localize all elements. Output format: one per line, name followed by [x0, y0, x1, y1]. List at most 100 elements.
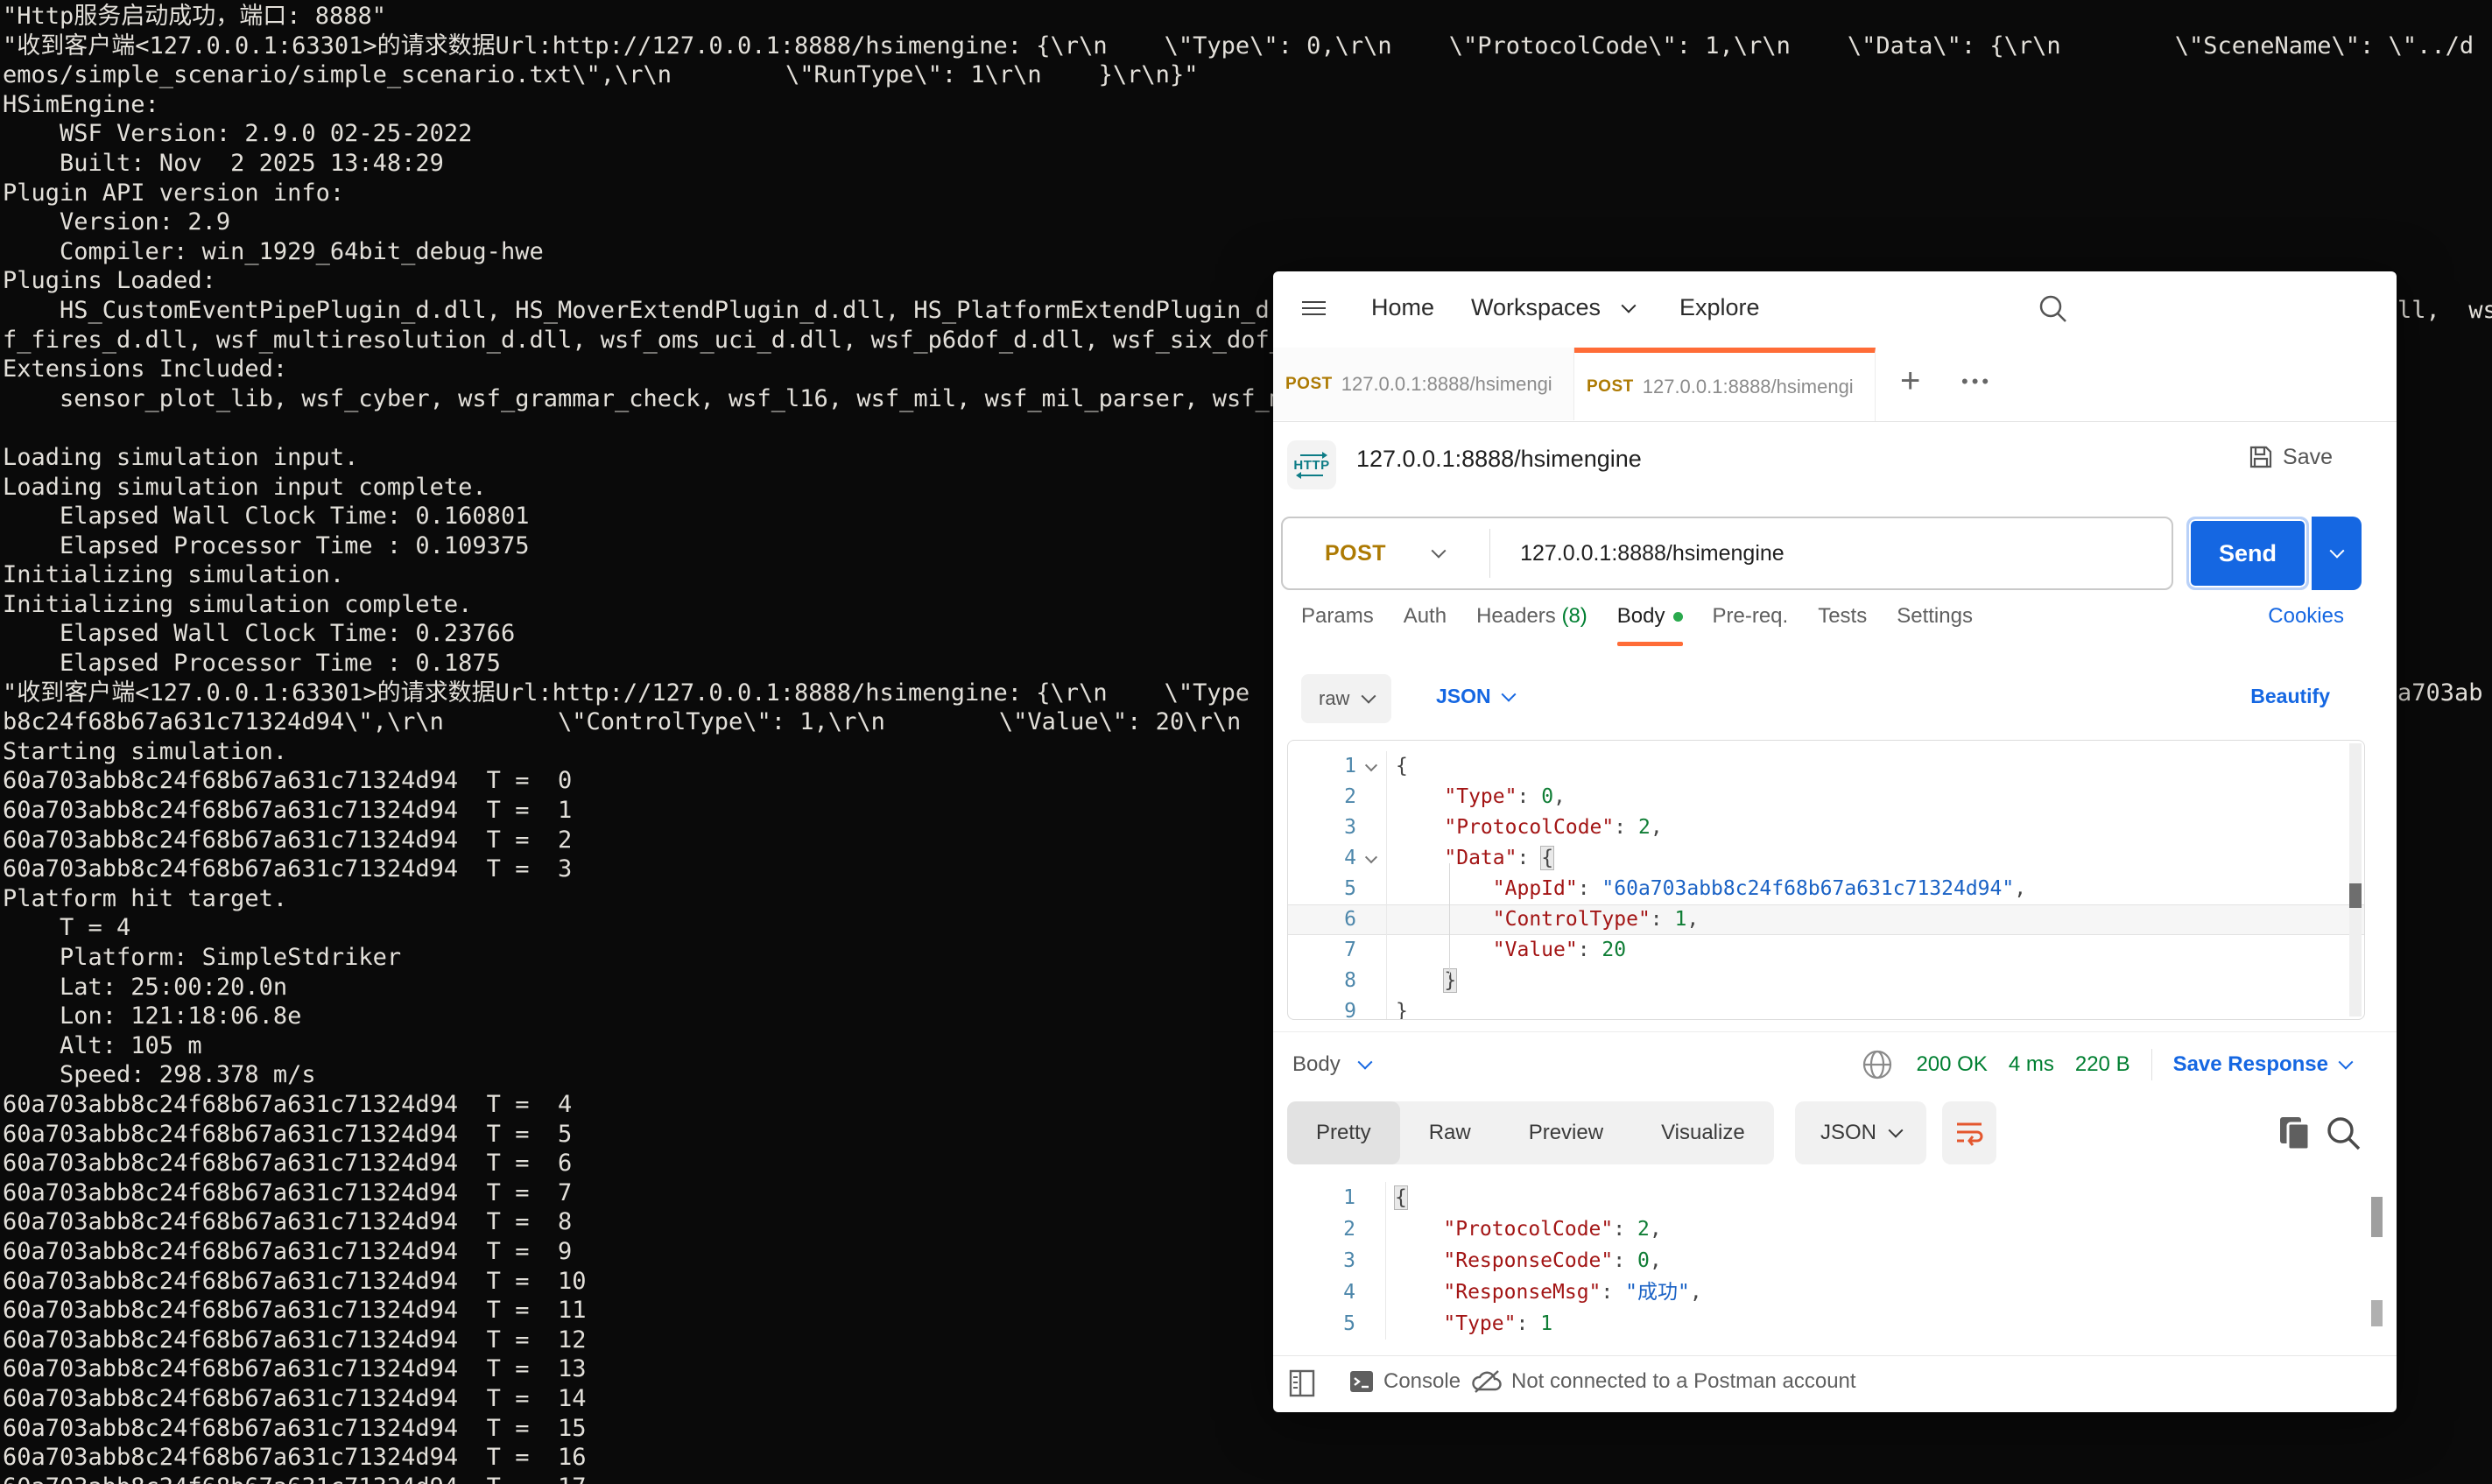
- tab-auth[interactable]: Auth: [1404, 604, 1447, 641]
- tab-method-badge: POST: [1285, 374, 1333, 393]
- code-text: }: [1386, 966, 1457, 996]
- request-title-row: HTTP 127.0.0.1:8888/hsimengine Save: [1273, 421, 2397, 501]
- request-tab-bar: POST 127.0.0.1:8888/hsimengi POST 127.0.…: [1273, 348, 2397, 422]
- code-line: 3 "ProtocolCode": 2,: [1288, 812, 2364, 843]
- save-button[interactable]: Save: [2248, 444, 2333, 470]
- headers-count: (8): [1561, 604, 1587, 628]
- account-status[interactable]: Not connected to a Postman account: [1471, 1368, 1856, 1395]
- response-view-switch: Pretty Raw Preview Visualize: [1287, 1101, 1774, 1164]
- terminal-overflow-plugins: ll, ws: [2397, 297, 2492, 324]
- response-search-icon[interactable]: [2324, 1114, 2364, 1154]
- tab-title: 127.0.0.1:8888/hsimengi: [1642, 376, 1854, 397]
- response-language-select[interactable]: JSON: [1795, 1101, 1926, 1164]
- globe-icon: [1863, 1050, 1892, 1080]
- response-scrollbar-thumb[interactable]: [2371, 1197, 2383, 1237]
- tab-title: 127.0.0.1:8888/hsimengi: [1341, 372, 1552, 395]
- format-chevron-down-icon: [1361, 688, 1376, 704]
- line-number: 7: [1344, 939, 1356, 961]
- postman-top-nav: Home Workspaces Explore: [1273, 271, 2397, 348]
- response-scrollbar-thumb-2[interactable]: [2371, 1300, 2383, 1326]
- view-raw[interactable]: Raw: [1400, 1101, 1500, 1164]
- line-number: 9: [1344, 1000, 1356, 1020]
- request-name: 127.0.0.1:8888/hsimengine: [1356, 446, 1642, 472]
- wrap-text-button[interactable]: [1942, 1101, 1996, 1164]
- line-number: 3: [1344, 816, 1356, 839]
- response-meta-row: Body 200 OK 4 ms 220 B Save Response: [1273, 1042, 2397, 1094]
- new-tab-plus-icon[interactable]: +: [1900, 362, 1920, 401]
- code-line: 9}: [1288, 996, 2364, 1020]
- tab-pre-request[interactable]: Pre-req.: [1713, 604, 1789, 641]
- send-chevron-down-icon: [2329, 543, 2344, 559]
- cookies-link[interactable]: Cookies: [2268, 604, 2344, 629]
- tab-method-badge: POST: [1587, 377, 1634, 396]
- editor-scrollbar-thumb[interactable]: [2349, 883, 2362, 908]
- fold-chevron-icon: [1355, 1277, 1385, 1308]
- code-text: "ProtocolCode": 2,: [1385, 1213, 1662, 1245]
- indent-guide: [1449, 863, 1450, 975]
- code-text: "Type": 0,: [1386, 782, 1566, 812]
- fold-chevron-icon: [1355, 1182, 1385, 1213]
- fold-chevron-icon: [1356, 966, 1386, 996]
- code-text: }: [1386, 996, 1408, 1019]
- code-text: "Value": 20: [1386, 935, 1626, 966]
- response-body-viewer[interactable]: 1{2 "ProtocolCode": 2, 3 "ResponseCode": …: [1273, 1173, 2376, 1345]
- search-icon[interactable]: [2037, 292, 2070, 326]
- http-request-icon: HTTP: [1287, 440, 1336, 489]
- sidebar-toggle-button[interactable]: [1289, 1368, 1315, 1398]
- meta-divider: [2151, 1049, 2152, 1080]
- request-tab-2-active[interactable]: POST 127.0.0.1:8888/hsimengi: [1574, 348, 1876, 421]
- view-pretty[interactable]: Pretty: [1287, 1101, 1400, 1164]
- response-language-chevron-down-icon: [1888, 1122, 1904, 1138]
- tab-params[interactable]: Params: [1301, 604, 1374, 641]
- code-text: "ControlType": 1,: [1386, 904, 1699, 935]
- send-options-button[interactable]: [2312, 517, 2362, 590]
- console-icon: [1350, 1371, 1373, 1392]
- fold-chevron-icon: [1355, 1308, 1385, 1340]
- copy-button[interactable]: [2277, 1114, 2313, 1154]
- code-text: "ProtocolCode": 2,: [1386, 812, 1663, 843]
- beautify-link[interactable]: Beautify: [2250, 685, 2330, 708]
- nav-workspaces[interactable]: Workspaces: [1471, 294, 1601, 321]
- response-body-select[interactable]: Body: [1292, 1052, 1373, 1077]
- menu-hamburger-icon[interactable]: [1302, 301, 1326, 315]
- body-language-select[interactable]: JSON: [1436, 685, 1517, 708]
- status-bar: Console Not connected to a Postman accou…: [1273, 1355, 2397, 1413]
- line-number: 4: [1343, 1281, 1355, 1304]
- body-format-select[interactable]: raw: [1301, 674, 1392, 723]
- method-chevron-down-icon: [1431, 543, 1447, 559]
- fold-chevron-icon: [1356, 782, 1386, 812]
- tab-options-ellipsis-icon[interactable]: •••: [1961, 370, 1992, 393]
- method-select[interactable]: POST: [1325, 541, 1386, 566]
- tab-body[interactable]: Body: [1616, 604, 1683, 646]
- line-number: 6: [1344, 908, 1356, 931]
- language-chevron-down-icon: [1501, 686, 1517, 702]
- request-body-editor[interactable]: 1{2 "Type": 0, 3 "ProtocolCode": 2, 4 "Dat…: [1287, 740, 2365, 1020]
- tab-headers[interactable]: Headers (8): [1476, 604, 1587, 641]
- editor-scrollbar-track[interactable]: [2349, 743, 2362, 1016]
- fold-chevron-icon: [1356, 751, 1386, 782]
- nav-explore[interactable]: Explore: [1679, 294, 1760, 321]
- url-input[interactable]: 127.0.0.1:8888/hsimengine: [1520, 541, 1785, 566]
- view-preview[interactable]: Preview: [1500, 1101, 1632, 1164]
- copy-icon: [2280, 1117, 2311, 1151]
- fold-chevron-icon: [1356, 935, 1386, 966]
- fold-chevron-icon: [1355, 1213, 1385, 1245]
- tab-settings[interactable]: Settings: [1897, 604, 1973, 641]
- body-modified-dot: [1672, 612, 1683, 622]
- fold-chevron-icon: [1356, 843, 1386, 874]
- save-response-chevron-down-icon: [2338, 1054, 2354, 1070]
- code-text: "ResponseMsg": "成功",: [1385, 1277, 1702, 1308]
- tab-tests[interactable]: Tests: [1818, 604, 1867, 641]
- url-separator: [1489, 529, 1491, 578]
- request-tab-1[interactable]: POST 127.0.0.1:8888/hsimengi: [1273, 348, 1574, 420]
- view-visualize[interactable]: Visualize: [1632, 1101, 1774, 1164]
- line-number: 4: [1344, 847, 1356, 869]
- console-button[interactable]: Console: [1348, 1368, 1461, 1395]
- desktop: "Http服务启动成功，端口: 8888" "收到客户端<127.0.0.1:6…: [0, 0, 2492, 1484]
- line-number: 1: [1343, 1186, 1355, 1209]
- save-response-button[interactable]: Save Response: [2173, 1052, 2354, 1077]
- code-line: 3 "ResponseCode": 0,: [1287, 1245, 2376, 1277]
- nav-home[interactable]: Home: [1371, 294, 1434, 321]
- send-button[interactable]: Send: [2186, 517, 2309, 590]
- terminal-overflow-request: a703ab: [2397, 679, 2483, 707]
